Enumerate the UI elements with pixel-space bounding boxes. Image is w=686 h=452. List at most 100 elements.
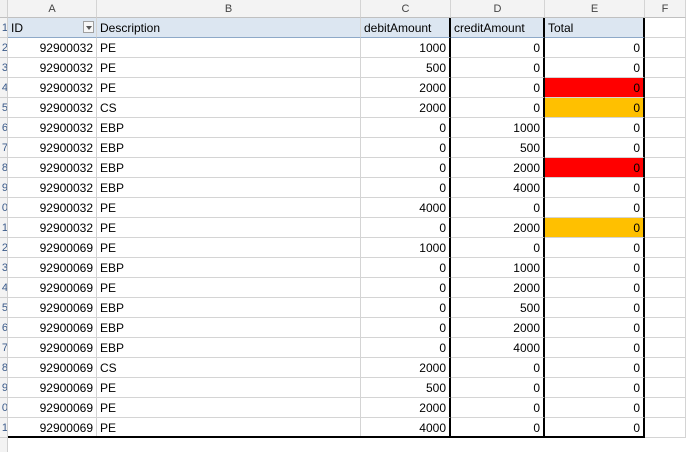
cell-description[interactable]: EBP <box>97 318 361 338</box>
cell-debit[interactable]: 500 <box>361 58 451 78</box>
cell-total[interactable]: 0 <box>545 58 645 78</box>
cell-total[interactable]: 0 <box>545 138 645 158</box>
cell-total[interactable]: 0 <box>545 418 645 438</box>
cell-description[interactable]: PE <box>97 218 361 238</box>
cell-id[interactable]: 92900069 <box>8 298 97 318</box>
cell-id[interactable]: 92900032 <box>8 58 97 78</box>
cell-debit[interactable]: 0 <box>361 278 451 298</box>
cell-description[interactable]: EBP <box>97 138 361 158</box>
empty-cell[interactable] <box>645 398 686 418</box>
row-number[interactable]: 7 <box>0 138 7 158</box>
cell-id[interactable]: 92900032 <box>8 158 97 178</box>
row-number[interactable]: 9 <box>0 378 7 398</box>
cell-debit[interactable]: 0 <box>361 158 451 178</box>
cell-total[interactable]: 0 <box>545 338 645 358</box>
empty-cell[interactable] <box>645 98 686 118</box>
cell-id[interactable]: 92900069 <box>8 238 97 258</box>
cell-credit[interactable]: 0 <box>451 198 545 218</box>
cell-credit[interactable]: 0 <box>451 398 545 418</box>
cell-debit[interactable]: 1000 <box>361 238 451 258</box>
cell-description[interactable]: EBP <box>97 178 361 198</box>
cell-id[interactable]: 92900069 <box>8 358 97 378</box>
empty-cell[interactable] <box>645 178 686 198</box>
empty-cell[interactable] <box>645 138 686 158</box>
row-number[interactable]: 8 <box>0 358 7 378</box>
empty-cell[interactable] <box>645 18 686 38</box>
cell-total[interactable]: 0 <box>545 118 645 138</box>
cell-credit[interactable]: 4000 <box>451 178 545 198</box>
cell-description[interactable]: PE <box>97 278 361 298</box>
cell-debit[interactable]: 2000 <box>361 98 451 118</box>
header-description[interactable]: Description <box>97 18 361 38</box>
row-number[interactable]: 0 <box>0 398 7 418</box>
cell-total[interactable]: 0 <box>545 298 645 318</box>
cell-credit[interactable]: 2000 <box>451 318 545 338</box>
cell-credit[interactable]: 500 <box>451 138 545 158</box>
cell-description[interactable]: PE <box>97 38 361 58</box>
column-header-e[interactable]: E <box>545 0 645 18</box>
cell-description[interactable]: PE <box>97 58 361 78</box>
cell-total[interactable]: 0 <box>545 178 645 198</box>
row-number[interactable]: 0 <box>0 198 7 218</box>
row-number[interactable]: 3 <box>0 58 7 78</box>
row-number[interactable]: 2 <box>0 238 7 258</box>
empty-cell[interactable] <box>645 418 686 438</box>
cell-id[interactable]: 92900032 <box>8 78 97 98</box>
cell-credit[interactable]: 1000 <box>451 258 545 278</box>
cell-description[interactable]: CS <box>97 98 361 118</box>
cell-description[interactable]: EBP <box>97 298 361 318</box>
row-number[interactable]: 4 <box>0 78 7 98</box>
row-number[interactable]: 1 <box>0 218 7 238</box>
cell-total[interactable]: 0 <box>545 258 645 278</box>
filter-dropdown-icon[interactable] <box>83 21 94 33</box>
cell-credit[interactable]: 0 <box>451 238 545 258</box>
cell-description[interactable]: PE <box>97 378 361 398</box>
cell-total[interactable]: 0 <box>545 358 645 378</box>
cell-credit[interactable]: 2000 <box>451 278 545 298</box>
cell-credit[interactable]: 0 <box>451 358 545 378</box>
row-number[interactable]: 8 <box>0 158 7 178</box>
cell-total[interactable]: 0 <box>545 218 645 238</box>
cell-credit[interactable]: 0 <box>451 418 545 438</box>
cell-credit[interactable]: 0 <box>451 98 545 118</box>
column-header-f[interactable]: F <box>645 0 686 18</box>
cell-description[interactable]: EBP <box>97 338 361 358</box>
cell-debit[interactable]: 0 <box>361 298 451 318</box>
cell-description[interactable]: EBP <box>97 118 361 138</box>
cell-debit[interactable]: 0 <box>361 338 451 358</box>
cell-credit[interactable]: 0 <box>451 378 545 398</box>
cell-id[interactable]: 92900069 <box>8 258 97 278</box>
cell-total[interactable]: 0 <box>545 278 645 298</box>
cell-debit[interactable]: 2000 <box>361 398 451 418</box>
cell-id[interactable]: 92900069 <box>8 378 97 398</box>
cell-debit[interactable]: 2000 <box>361 78 451 98</box>
cell-total[interactable]: 0 <box>545 378 645 398</box>
empty-cell[interactable] <box>645 278 686 298</box>
cell-debit[interactable]: 4000 <box>361 418 451 438</box>
column-header-a[interactable]: A <box>8 0 97 18</box>
empty-cell[interactable] <box>645 58 686 78</box>
cell-id[interactable]: 92900032 <box>8 218 97 238</box>
cell-id[interactable]: 92900032 <box>8 138 97 158</box>
row-number[interactable]: 4 <box>0 278 7 298</box>
empty-cell[interactable] <box>645 218 686 238</box>
cell-total[interactable]: 0 <box>545 398 645 418</box>
cell-debit[interactable]: 0 <box>361 138 451 158</box>
cell-debit[interactable]: 1000 <box>361 38 451 58</box>
cell-debit[interactable]: 500 <box>361 378 451 398</box>
cell-credit[interactable]: 1000 <box>451 118 545 138</box>
cell-id[interactable]: 92900032 <box>8 98 97 118</box>
cell-description[interactable]: EBP <box>97 258 361 278</box>
row-number[interactable]: 5 <box>0 98 7 118</box>
cell-debit[interactable]: 0 <box>361 318 451 338</box>
cell-id[interactable]: 92900032 <box>8 198 97 218</box>
header-credit[interactable]: creditAmount <box>451 18 545 38</box>
empty-cell[interactable] <box>645 358 686 378</box>
header-id[interactable]: ID <box>8 18 97 38</box>
empty-cell[interactable] <box>645 38 686 58</box>
column-header-b[interactable]: B <box>97 0 361 18</box>
cell-id[interactable]: 92900069 <box>8 418 97 438</box>
cell-credit[interactable]: 0 <box>451 78 545 98</box>
cell-debit[interactable]: 4000 <box>361 198 451 218</box>
cell-total[interactable]: 0 <box>545 198 645 218</box>
